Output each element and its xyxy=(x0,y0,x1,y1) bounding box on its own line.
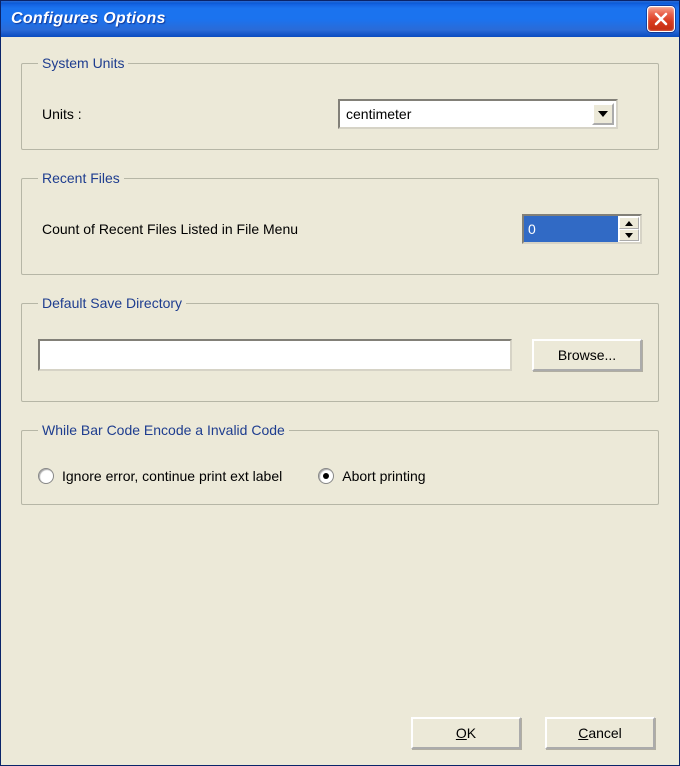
dropdown-button[interactable] xyxy=(592,103,614,125)
units-label: Units : xyxy=(38,106,338,122)
title-text: Configures Options xyxy=(11,10,166,28)
radio-ignore-error[interactable]: Ignore error, continue print ext label xyxy=(38,468,282,484)
spinner-up[interactable] xyxy=(619,217,639,229)
dialog-window: Configures Options System Units Units : … xyxy=(0,0,680,766)
arrow-up-icon xyxy=(625,221,633,226)
spinner-down[interactable] xyxy=(619,229,639,241)
group-recent-files: Recent Files Count of Recent Files Liste… xyxy=(21,170,659,275)
radio-abort-label: Abort printing xyxy=(342,468,425,484)
group-default-save-dir: Default Save Directory Browse... xyxy=(21,295,659,402)
radio-ignore-label: Ignore error, continue print ext label xyxy=(62,468,282,484)
radio-circle xyxy=(318,468,334,484)
client-area: System Units Units : centimeter Recent F… xyxy=(1,37,679,765)
save-dir-input[interactable] xyxy=(38,339,512,371)
units-select[interactable]: centimeter xyxy=(338,99,618,129)
ok-button[interactable]: OK xyxy=(411,717,521,749)
legend-system-units: System Units xyxy=(38,55,128,71)
cancel-button[interactable]: Cancel xyxy=(545,717,655,749)
recent-files-label: Count of Recent Files Listed in File Men… xyxy=(38,221,522,237)
radio-abort-printing[interactable]: Abort printing xyxy=(318,468,425,484)
legend-recent-files: Recent Files xyxy=(38,170,124,186)
titlebar: Configures Options xyxy=(1,1,679,37)
group-system-units: System Units Units : centimeter xyxy=(21,55,659,150)
dialog-buttons: OK Cancel xyxy=(21,717,659,749)
close-icon xyxy=(654,12,668,26)
legend-default-save-dir: Default Save Directory xyxy=(38,295,186,311)
recent-files-spinner[interactable]: 0 xyxy=(522,214,642,244)
radio-circle xyxy=(38,468,54,484)
close-button[interactable] xyxy=(647,6,675,32)
legend-invalid-code: While Bar Code Encode a Invalid Code xyxy=(38,422,289,438)
arrow-down-icon xyxy=(625,233,633,238)
spinner-value[interactable]: 0 xyxy=(524,216,618,242)
chevron-down-icon xyxy=(598,111,608,117)
radio-dot-icon xyxy=(323,473,329,479)
units-select-value: centimeter xyxy=(346,106,411,122)
browse-button[interactable]: Browse... xyxy=(532,339,642,371)
group-invalid-code: While Bar Code Encode a Invalid Code Ign… xyxy=(21,422,659,505)
spinner-arrows xyxy=(618,216,640,242)
